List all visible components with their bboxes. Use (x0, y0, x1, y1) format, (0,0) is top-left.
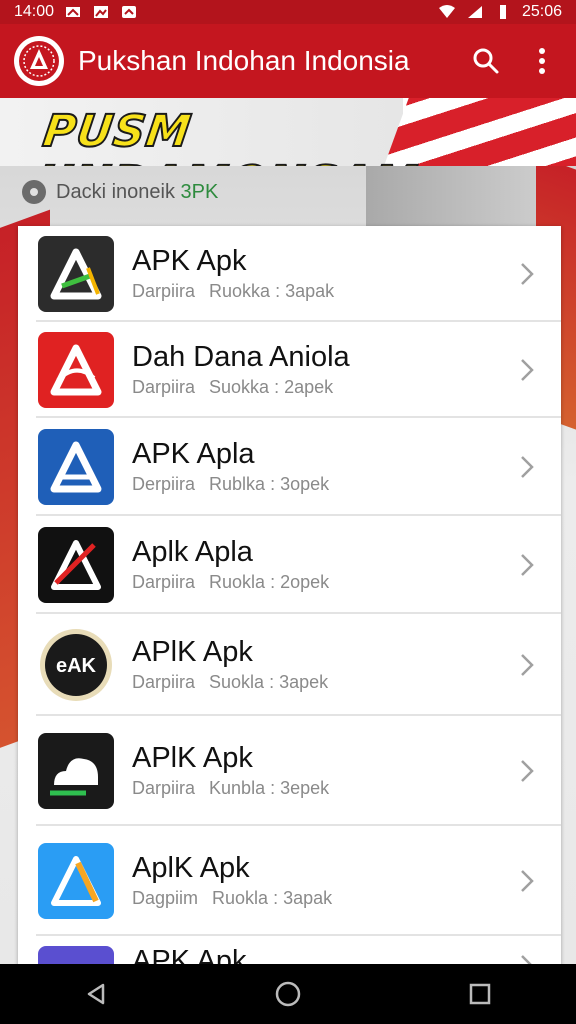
item-title: APlK Apk (132, 635, 253, 668)
breadcrumb[interactable]: Dacki inoneik 3PK (22, 180, 218, 204)
list-item[interactable]: AplK Apk Dagpiim Ruokla : 3apak (18, 826, 561, 936)
chevron-right-icon (507, 751, 547, 791)
search-icon (473, 48, 499, 74)
recents-button[interactable] (456, 970, 504, 1018)
chevron-right-icon (507, 645, 547, 685)
item-subtitle: Derpiira Rublka : 3opek (132, 474, 330, 495)
signal-icon (467, 6, 482, 18)
home-icon (275, 981, 301, 1007)
location-icon (22, 180, 46, 204)
list-item[interactable]: APlK Apk Darpiira Kunbla : 3epek (18, 716, 561, 826)
item-title: APK Apk (132, 945, 247, 966)
item-subtitle: Darpiira Ruokla : 2opek (132, 572, 330, 593)
item-title: APK Apk (132, 244, 247, 277)
home-notification-icon (122, 6, 137, 18)
list-item[interactable]: eAK APlK Apk Darpiira Suokla : 3apek (18, 614, 561, 716)
list-item[interactable]: Aplk Apla Darpiira Ruokla : 2opek (18, 516, 561, 614)
banner: PUSM UNDAMONSAM (0, 98, 576, 166)
banner-title: PUSM UNDAMONSAM (32, 105, 422, 166)
status-bar: 14:00 25:06 (0, 0, 576, 24)
list-item[interactable]: APK Apla Derpiira Rublka : 3opek (18, 418, 561, 516)
chevron-right-icon (507, 946, 547, 966)
item-title: Dah Dana Aniola (132, 340, 350, 373)
notification-icon (66, 7, 81, 17)
apk-red-a-icon (38, 332, 114, 408)
back-button[interactable] (72, 970, 120, 1018)
apk-blue-a-icon (38, 429, 114, 505)
app-logo (14, 36, 64, 86)
battery-icon (499, 5, 506, 19)
apk-cloud-icon (38, 733, 114, 809)
list-item[interactable]: APK Apk Darpiira Ruokka : 3apak (18, 226, 561, 322)
app-list: APK Apk Darpiira Ruokka : 3apak Dah Dana … (18, 226, 561, 966)
recents-icon (469, 983, 491, 1005)
chevron-right-icon (507, 350, 547, 390)
back-icon (87, 983, 105, 1005)
status-time-right: 25:06 (521, 3, 562, 20)
svg-text:eAK: eAK (56, 655, 97, 677)
app-title: Pukshan Indohan Indonsia (78, 45, 410, 76)
chevron-right-icon (507, 254, 547, 294)
item-subtitle: Darpiira Ruokka : 3apak (132, 281, 335, 302)
app-bar: Pukshan Indohan Indonsia (0, 24, 576, 98)
more-vert-icon (539, 48, 545, 74)
image-notification-icon (94, 6, 109, 18)
wifi-icon (438, 5, 455, 18)
chevron-right-icon (507, 545, 547, 585)
item-subtitle: Darpiira Kunbla : 3epek (132, 778, 330, 799)
list-item[interactable]: Dah Dana Aniola Darpiira Suokka : 2apek (18, 322, 561, 418)
item-title: APlK Apk (132, 741, 253, 774)
apk-purple-icon (38, 946, 114, 966)
item-subtitle: Darpiira Suokla : 3apek (132, 672, 329, 693)
list-item[interactable]: APK Apk (18, 936, 561, 966)
item-subtitle: Dagpiim Ruokla : 3apak (132, 888, 333, 909)
navigation-bar (0, 964, 576, 1024)
apk-black-red-a-icon (38, 527, 114, 603)
emblem-icon (19, 41, 59, 81)
search-button[interactable] (466, 41, 506, 81)
item-title: Aplk Apla (132, 535, 253, 568)
status-time: 14:00 (14, 3, 55, 20)
apk-round-badge-icon: eAK (38, 627, 114, 703)
home-button[interactable] (264, 970, 312, 1018)
item-subtitle: Darpiira Suokka : 2apek (132, 377, 334, 398)
chevron-right-icon (507, 447, 547, 487)
apk-lightblue-a-icon (38, 843, 114, 919)
more-options-button[interactable] (522, 41, 562, 81)
apk-white-a-icon (38, 236, 114, 312)
item-title: APK Apla (132, 437, 255, 470)
breadcrumb-label: Dacki inoneik 3PK (56, 180, 219, 203)
chevron-right-icon (507, 861, 547, 901)
item-title: AplK Apk (132, 851, 250, 884)
